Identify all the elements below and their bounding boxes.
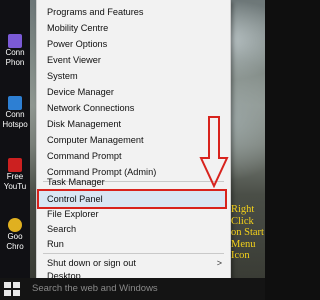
- menu-separator: [43, 253, 224, 254]
- windows-logo-icon[interactable]: [4, 282, 20, 296]
- desktop-icon-label: Free: [6, 172, 24, 181]
- desktop-icon-sublabel: Hotspo: [2, 120, 28, 129]
- desktop-icon-label: Conn: [5, 48, 25, 57]
- youtube-icon: [8, 158, 22, 172]
- menu-item-network-connections[interactable]: Network Connections: [37, 100, 230, 116]
- menu-item-programs-and-features[interactable]: Programs and Features: [37, 4, 230, 20]
- desktop-icon-youtube[interactable]: Free YouTu: [0, 158, 30, 192]
- menu-item-mobility-centre[interactable]: Mobility Centre: [37, 20, 230, 36]
- annotation-line: Click: [231, 215, 254, 227]
- menu-item-run[interactable]: Run: [37, 236, 230, 252]
- desktop-icon-sublabel: Phon: [5, 58, 25, 67]
- taskbar: Search the web and Windows: [0, 278, 265, 300]
- annotation-arrow-icon: [199, 116, 229, 188]
- menu-item-device-manager[interactable]: Device Manager: [37, 84, 230, 100]
- chrome-icon: [8, 218, 22, 232]
- menu-item-power-options[interactable]: Power Options: [37, 36, 230, 52]
- desktop-icon-chrome[interactable]: Goo Chro: [0, 218, 30, 252]
- taskbar-search-input[interactable]: Search the web and Windows: [32, 280, 232, 298]
- annotation-line: Icon: [231, 250, 250, 261]
- device-icon: [8, 34, 22, 48]
- desktop-icon-column: Conn Phon Conn Hotspo Free YouTu Goo Chr…: [0, 0, 30, 278]
- desktop-icon-label: Conn: [5, 110, 25, 119]
- menu-item-system[interactable]: System: [37, 68, 230, 84]
- annotation-line: Right: [231, 204, 255, 215]
- menu-item-search[interactable]: Search: [37, 221, 230, 237]
- desktop-icon-connectify-phone[interactable]: Conn Phon: [0, 34, 30, 68]
- menu-item-file-explorer[interactable]: File Explorer: [37, 206, 230, 222]
- menu-item-control-panel[interactable]: Control Panel: [37, 189, 227, 209]
- hotspot-icon: [8, 96, 22, 110]
- desktop-icon-label: Goo: [7, 232, 23, 241]
- desktop-icon-sublabel: YouTu: [3, 182, 27, 191]
- desktop-icon-sublabel: Chro: [6, 242, 24, 251]
- desktop-icon-connectify-hotspot[interactable]: Conn Hotspo: [0, 96, 30, 130]
- annotation-line: on Start: [231, 227, 264, 238]
- annotation-line: Menu: [231, 238, 256, 250]
- menu-item-event-viewer[interactable]: Event Viewer: [37, 52, 230, 68]
- annotation-caption: Right Click on Start Menu Icon: [231, 204, 265, 262]
